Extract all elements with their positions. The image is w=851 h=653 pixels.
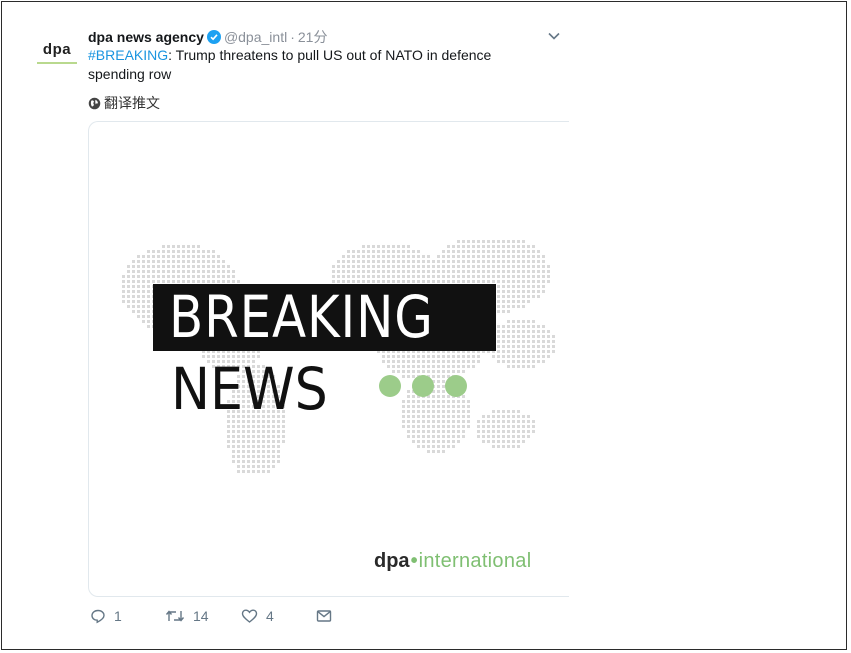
- direct-message-button[interactable]: [316, 609, 332, 623]
- verified-icon: [206, 30, 221, 44]
- translate-label: 翻译推文: [104, 95, 160, 111]
- header-separator: ·: [290, 29, 295, 45]
- direct-message-icon: [316, 610, 332, 622]
- retweet-button[interactable]: 14: [165, 608, 241, 624]
- tweet-header: dpa news agency @dpa_intl · 21分: [88, 27, 327, 47]
- dpa-international-logo: dpa • international: [374, 550, 531, 573]
- account-handle[interactable]: @dpa_intl: [224, 29, 287, 45]
- green-dot: [379, 375, 401, 397]
- screenshot-frame: dpa dpa news agency @dpa_intl · 21分 #BRE…: [1, 1, 847, 650]
- avatar-underline: [37, 62, 77, 64]
- account-name[interactable]: dpa news agency: [88, 29, 204, 45]
- avatar[interactable]: dpa: [34, 30, 80, 76]
- retweet-icon: [165, 610, 185, 622]
- like-icon: [241, 609, 258, 623]
- brand-main: dpa: [374, 550, 410, 572]
- reply-icon: [91, 609, 105, 624]
- translate-tweet-link[interactable]: 翻译推文: [88, 93, 160, 113]
- like-button[interactable]: 4: [241, 608, 316, 624]
- globe-icon: [88, 97, 101, 109]
- tweet-actions: 1 14 4: [90, 608, 332, 624]
- news-headline: NEWS: [171, 355, 328, 423]
- breaking-headline: BREAKING: [169, 283, 434, 351]
- reply-button[interactable]: 1: [90, 608, 165, 624]
- media-card[interactable]: BREAKING NEWS dpa • international: [88, 121, 569, 597]
- avatar-logo-text: dpa: [42, 41, 72, 58]
- tweet: dpa dpa news agency @dpa_intl · 21分 #BRE…: [2, 2, 576, 649]
- retweet-count: 14: [193, 608, 209, 624]
- tweet-text: #BREAKING: Trump threatens to pull US ou…: [88, 46, 528, 84]
- chevron-down-icon[interactable]: [547, 29, 561, 43]
- brand-separator: •: [410, 550, 418, 572]
- hashtag-link[interactable]: #BREAKING: [88, 47, 168, 63]
- tweet-timestamp[interactable]: 21分: [298, 27, 328, 47]
- reply-count: 1: [114, 608, 122, 624]
- green-dot: [445, 375, 467, 397]
- brand-sub: international: [418, 550, 532, 572]
- green-dot: [412, 375, 434, 397]
- world-map-dots: [122, 240, 555, 473]
- like-count: 4: [266, 608, 274, 624]
